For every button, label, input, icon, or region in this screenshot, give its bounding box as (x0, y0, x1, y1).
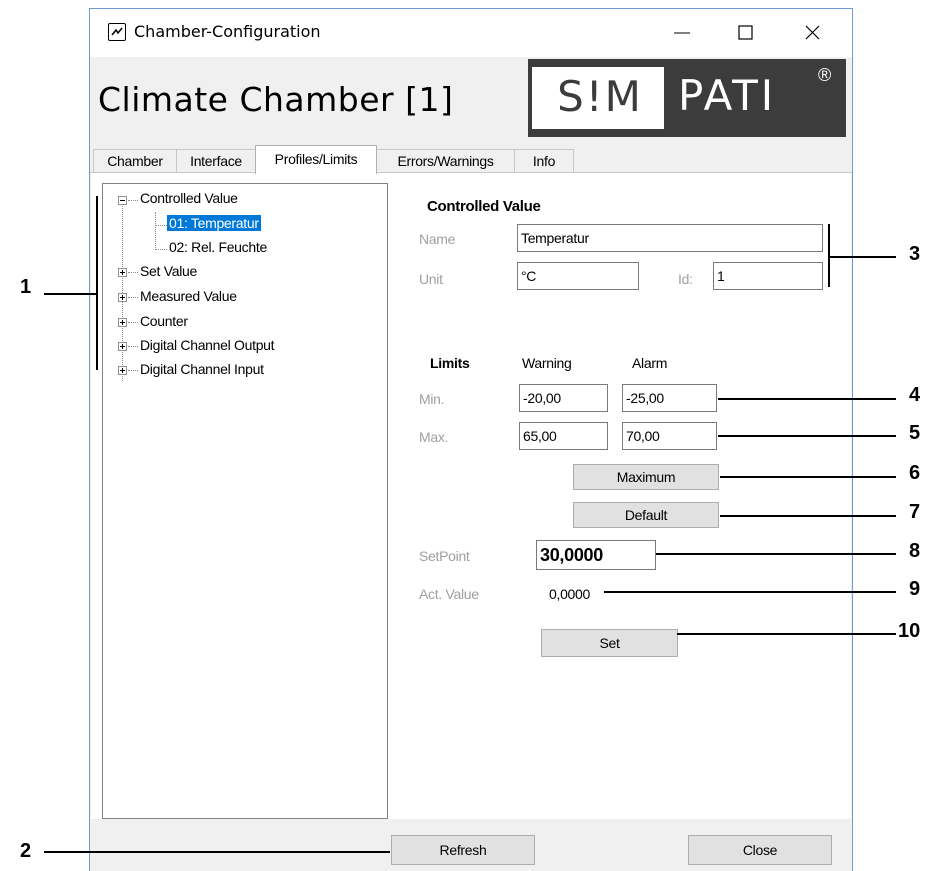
maximize-icon (738, 25, 753, 40)
callout-line-2 (44, 851, 390, 853)
expand-icon[interactable] (118, 342, 127, 351)
maximum-button[interactable]: Maximum (573, 464, 719, 490)
tree-node-counter[interactable]: Counter (140, 313, 188, 329)
unit-field[interactable]: °C (517, 262, 639, 290)
callout-2: 2 (20, 840, 32, 862)
name-field[interactable]: Temperatur (517, 224, 823, 252)
refresh-button[interactable]: Refresh (391, 835, 535, 865)
warning-column-label: Warning (522, 355, 572, 371)
tree-node-temperatur[interactable]: 01: Temperatur (167, 215, 261, 231)
close-button[interactable]: Close (688, 835, 832, 865)
logo-registered-mark: ® (818, 65, 832, 85)
expand-icon[interactable] (118, 293, 127, 302)
callout-1: 1 (20, 276, 32, 298)
tab-errors-warnings[interactable]: Errors/Warnings (376, 149, 515, 172)
tab-profiles-limits[interactable]: Profiles/Limits (255, 145, 377, 174)
simpati-logo: S!M PATI ® (528, 59, 846, 137)
setpoint-field[interactable]: 30,0000 (536, 540, 656, 570)
tree-node-set-value[interactable]: Set Value (140, 263, 197, 279)
callout-line-1 (44, 293, 96, 295)
tree-connector (128, 322, 138, 323)
controlled-value-heading: Controlled Value (427, 198, 541, 215)
tab-chamber[interactable]: Chamber (93, 149, 177, 172)
tree-connector (155, 212, 156, 250)
name-label: Name (419, 231, 456, 247)
min-alarm-field[interactable]: -25,00 (622, 384, 717, 412)
callout-4: 4 (909, 384, 921, 406)
header: Climate Chamber [1] S!M PATI ® (90, 57, 852, 149)
callout-line-10 (677, 633, 896, 635)
profiles-limits-panel: Controlled Value 01: Temperatur 02: Rel.… (91, 173, 851, 819)
max-alarm-field[interactable]: 70,00 (622, 422, 717, 450)
callout-5: 5 (909, 422, 921, 444)
callout-line-5 (718, 435, 896, 437)
logo-white-block: S!M (532, 67, 664, 129)
min-warning-field[interactable]: -20,00 (519, 384, 608, 412)
footer-bar: Refresh Close (90, 819, 852, 871)
set-button[interactable]: Set (541, 629, 678, 657)
maximize-button[interactable] (723, 9, 769, 57)
tree-connector (155, 225, 167, 226)
minimize-button[interactable] (659, 9, 705, 57)
callout-line-4 (718, 398, 896, 400)
callout-line-8 (656, 553, 896, 555)
callout-9: 9 (909, 578, 921, 600)
tab-info[interactable]: Info (514, 149, 574, 172)
chamber-configuration-window: Chamber-Configuration Climate Chamber [1… (89, 8, 853, 871)
setpoint-label: SetPoint (419, 548, 470, 564)
logo-left-text: S!M (557, 72, 643, 121)
max-label: Max. (419, 429, 449, 445)
callout-7: 7 (909, 501, 921, 523)
tab-interface[interactable]: Interface (176, 149, 256, 172)
alarm-column-label: Alarm (632, 355, 668, 371)
callout-line-9 (604, 591, 896, 593)
tree-connector (128, 200, 138, 201)
tree-node-digital-channel-output[interactable]: Digital Channel Output (140, 337, 275, 353)
callout-line-7 (720, 515, 896, 517)
callout-10: 10 (898, 620, 921, 642)
id-label: Id: (678, 271, 693, 287)
collapse-icon[interactable] (118, 196, 127, 205)
default-button[interactable]: Default (573, 502, 719, 528)
tree-node-controlled-value[interactable]: Controlled Value (140, 190, 238, 206)
tree-connector (128, 272, 138, 273)
close-window-button[interactable] (790, 9, 836, 57)
callout-6: 6 (909, 462, 921, 484)
id-field[interactable]: 1 (713, 262, 823, 290)
tree-node-rel-feuchte[interactable]: 02: Rel. Feuchte (169, 239, 267, 255)
logo-right-text: PATI (678, 71, 777, 120)
tree-connector (155, 249, 167, 250)
app-icon (108, 23, 126, 41)
callout-line-6 (720, 476, 896, 478)
expand-icon[interactable] (118, 318, 127, 327)
callout-line-3 (828, 256, 896, 258)
tree-connector (128, 370, 138, 371)
chamber-title: Climate Chamber [1] (98, 80, 454, 119)
tree-node-measured-value[interactable]: Measured Value (140, 288, 237, 304)
callout-bracket-1 (96, 196, 98, 370)
max-warning-field[interactable]: 65,00 (519, 422, 608, 450)
minimize-icon (674, 32, 690, 34)
callout-3: 3 (909, 243, 921, 265)
act-value: 0,0000 (549, 586, 591, 602)
expand-icon[interactable] (118, 366, 127, 375)
value-tree[interactable]: Controlled Value 01: Temperatur 02: Rel.… (102, 183, 388, 819)
limits-heading: Limits (430, 355, 470, 371)
tree-connector (128, 297, 138, 298)
act-value-label: Act. Value (419, 586, 479, 602)
tree-node-digital-channel-input[interactable]: Digital Channel Input (140, 361, 264, 377)
min-label: Min. (419, 391, 445, 407)
expand-icon[interactable] (118, 268, 127, 277)
title-bar[interactable]: Chamber-Configuration (90, 9, 852, 57)
close-icon (805, 25, 820, 40)
tab-strip: Chamber Interface Profiles/Limits Errors… (90, 145, 852, 174)
callout-8: 8 (909, 540, 921, 562)
unit-label: Unit (419, 271, 443, 287)
tree-connector (128, 346, 138, 347)
window-title: Chamber-Configuration (134, 22, 321, 41)
